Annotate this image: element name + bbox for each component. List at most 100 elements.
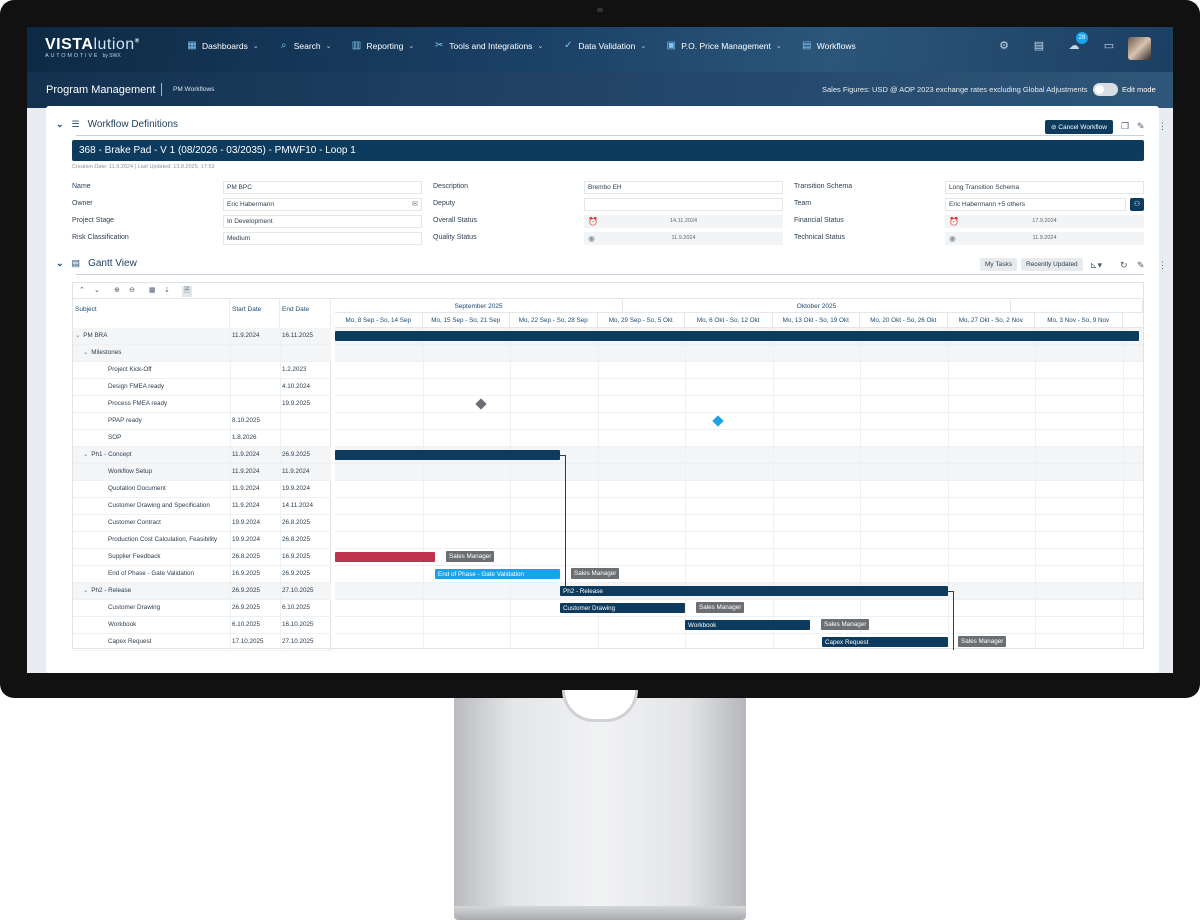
table-row[interactable]: SOP 1.8.2026 [73,430,331,447]
settings-icon[interactable]: ⚙ [997,39,1011,53]
name-label: Name [72,183,91,190]
sort-icon[interactable]: ⇣ [164,286,170,294]
edit-icon[interactable]: ✎ [1137,121,1145,132]
risk-field[interactable]: Medium [223,232,422,245]
collapse-chevron-icon[interactable]: ⌄ [56,258,64,269]
team-field[interactable]: Eric Habermann +5 others [945,198,1126,211]
table-row[interactable]: ⌄ PM BRA 11.9.2024 16.11.2025 [73,328,331,345]
user-avatar[interactable] [1128,37,1151,60]
gate-validation-bar[interactable]: End of Phase - Gate Validation [435,569,560,579]
capex-request-bar[interactable]: Capex Request [822,637,948,647]
edit-mode-toggle[interactable] [1093,83,1118,96]
table-row[interactable]: Production Cost Calculation, Feasibility… [73,532,331,549]
recently-updated-button[interactable]: Recently Updated [1021,258,1083,271]
quality-status-field[interactable]: ◉ 11.9.2024 [584,232,783,245]
quality-status-label: Quality Status [433,234,477,241]
table-row[interactable]: Process FMEA ready 19.9.2025 [73,396,331,413]
column-separator [230,413,231,430]
customer-drawing-bar[interactable]: Customer Drawing [560,603,685,613]
team-members-button[interactable]: ⚇ [1130,198,1144,211]
task-end-date: 16.9.2025 [282,553,311,560]
collapse-chevron-icon[interactable]: ⌄ [56,119,64,130]
cancel-workflow-button[interactable]: ⊘ Cancel Workflow [1045,120,1113,134]
column-separator [280,515,281,532]
phase1-summary-bar[interactable] [335,450,560,460]
expand-chevron-icon[interactable]: ⌄ [83,349,88,356]
cloud-notifications-icon[interactable]: ☁ 28 [1067,32,1088,53]
expand-all-icon[interactable]: ⌄ [94,286,100,294]
overall-status-field[interactable]: ⏰ 14.11.2024 [584,215,783,228]
task-end-date: 1.2.2023 [282,366,307,373]
nav-item-search[interactable]: ⌕ Search ⌄ [279,41,332,52]
workflow-section-header[interactable]: ⌄ ☰ Workflow Definitions [56,119,178,130]
check-icon: ✓ [564,40,573,51]
id-card-icon[interactable]: ▤ [1032,39,1046,53]
table-row[interactable]: Project Kick-Off 1.2.2023 [73,362,331,379]
timeline-row [335,481,1143,498]
nav-item-workflow[interactable]: ▤ Workflows [802,41,856,52]
more-icon[interactable]: ⋮ [1158,260,1167,271]
description-field[interactable]: Brembo EH [584,181,783,194]
mail-icon[interactable]: ✉ [412,200,418,208]
nav-item-dashboard[interactable]: ▦ Dashboards ⌄ [187,41,258,52]
expand-chevron-icon[interactable]: ⌄ [83,587,88,594]
project-meta: Creation Date: 11.9.2024 | Last Updated:… [72,164,215,170]
transition-schema-field[interactable]: Long Transition Schema [945,181,1144,194]
expand-chevron-icon[interactable]: ⌄ [75,332,80,339]
table-row[interactable]: Capex Request 17.10.2025 27.10.2025 [73,634,331,651]
expand-chevron-icon[interactable]: ⌄ [83,451,88,458]
table-row[interactable]: Supplier Feedback 26.8.2025 16.9.2025 [73,549,331,566]
my-tasks-button[interactable]: My Tasks [980,258,1017,271]
financial-status-field[interactable]: ⏰ 17.9.2024 [945,215,1144,228]
project-summary-bar[interactable] [335,331,1139,341]
more-icon[interactable]: ⋮ [1158,121,1167,132]
nav-item-check[interactable]: ✓ Data Validation ⌄ [563,40,646,52]
table-row[interactable]: Quotation Document 11.9.2024 19.9.2024 [73,481,331,498]
layout-icon[interactable]: ▦ [149,286,156,294]
collapse-all-icon[interactable]: ⌃ [79,286,85,294]
chat-icon[interactable]: ▭ [1102,39,1116,53]
deputy-field[interactable] [584,198,783,211]
table-row[interactable]: Customer Contract 19.9.2024 26.8.2025 [73,515,331,532]
nav-item-chart[interactable]: ▥ Reporting ⌄ [352,41,414,52]
table-row[interactable]: ⌄ Milestones [73,345,331,362]
technical-status-field[interactable]: ◉ 11.9.2024 [945,232,1144,245]
table-row[interactable]: Customer Drawing and Specification 11.9.2… [73,498,331,515]
table-row[interactable]: ⌄ Ph1 - Concept 11.9.2024 26.9.2025 [73,447,331,464]
owner-field[interactable]: Eric Habermann [223,198,422,211]
zoom-out-icon[interactable]: ⊖ [129,286,135,294]
project-stage-label: Project Stage [72,217,115,224]
subject-column-header[interactable]: Subject [73,300,230,328]
copy-icon[interactable]: ❐ [1121,121,1129,132]
start-date-column-header[interactable]: Start Date [230,300,280,328]
breadcrumb[interactable]: PM Workflows [173,86,214,93]
export-pdf-icon[interactable]: 🗎 [182,286,192,297]
task-end-date: 4.10.2024 [282,383,311,390]
table-row[interactable]: Design FMEA ready 4.10.2024 [73,379,331,396]
task-subject-text: Customer Drawing [108,604,161,611]
name-field[interactable]: PM BPC [223,181,422,194]
workbook-bar[interactable]: Workbook [685,620,810,630]
chart-dropdown-icon[interactable]: ⊾▾ [1090,260,1102,271]
nav-item-tools[interactable]: ✂ Tools and Integrations ⌄ [434,41,543,52]
project-stage-field[interactable]: In Development [223,215,422,228]
table-row[interactable]: Customer Drawing 26.9.2025 6.10.2025 [73,600,331,617]
week-header: Mo, [1122,313,1143,328]
task-subject: Workflow Setup [105,468,152,475]
edit-icon[interactable]: ✎ [1137,260,1145,271]
chevron-down-icon: ⌄ [775,43,782,50]
nav-item-price[interactable]: ▣ P.O. Price Management ⌄ [666,41,782,52]
overall-status-date: 14.11.2024 [669,218,698,224]
end-date-column-header[interactable]: End Date [280,300,331,328]
table-row[interactable]: PPAP ready 8.10.2025 [73,413,331,430]
zoom-in-icon[interactable]: ⊕ [114,286,120,294]
table-row[interactable]: Workbook 6.10.2025 16.10.2025 [73,617,331,634]
table-row[interactable]: End of Phase - Gate Validation 16.9.2025 2… [73,566,331,583]
app-logo[interactable]: VISTAlution® AUTOMOTIVE by SWX [45,36,140,59]
phase2-summary-bar[interactable]: Ph2 - Release [560,586,948,596]
table-row[interactable]: Workflow Setup 11.9.2024 11.9.2024 [73,464,331,481]
table-row[interactable]: ⌄ Ph2 - Release 26.9.2025 27.10.2025 [73,583,331,600]
supplier-feedback-bar[interactable] [335,552,435,562]
refresh-icon[interactable]: ↻ [1120,260,1128,271]
gantt-section-header[interactable]: ⌄ ▤ Gantt View [56,258,137,269]
